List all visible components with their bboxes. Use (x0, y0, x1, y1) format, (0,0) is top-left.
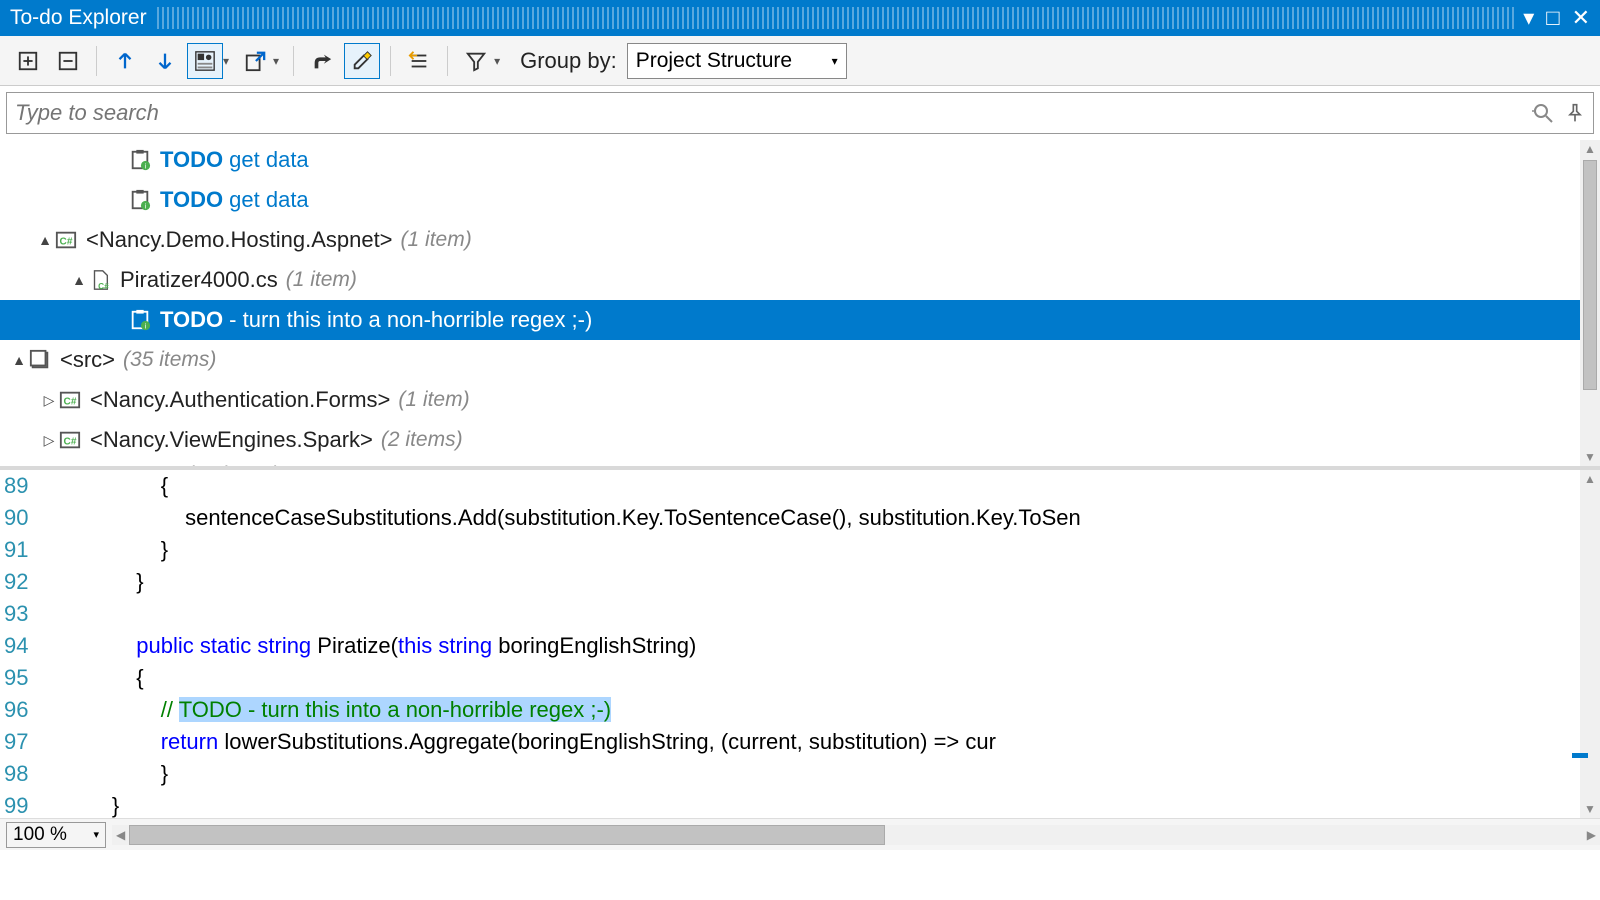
filter-button[interactable] (458, 43, 494, 79)
code-line[interactable]: } (38, 758, 1580, 790)
filter-dropdown-icon[interactable]: ▾ (494, 54, 500, 68)
title-bar-grip[interactable] (157, 7, 1516, 29)
code-line[interactable]: } (38, 534, 1580, 566)
collapse-icon[interactable]: ▲ (70, 272, 88, 288)
svg-text:C#: C# (64, 437, 77, 448)
code-line[interactable]: } (38, 566, 1580, 598)
preview-dropdown-icon[interactable]: ▾ (223, 54, 229, 68)
code-line[interactable]: { (38, 662, 1580, 694)
close-icon[interactable]: ✕ (1572, 5, 1590, 31)
project-node[interactable]: ▲ C# <Nancy.Demo.Hosting.Aspnet> (1 item… (0, 220, 1600, 260)
tree-scrollbar[interactable]: ▲ ▼ (1580, 140, 1600, 466)
csharp-project-icon: C# (58, 463, 82, 470)
csharp-project-icon: C# (54, 228, 78, 252)
scroll-left-icon[interactable]: ◀ (112, 828, 129, 842)
code-line[interactable] (38, 598, 1580, 630)
todo-icon: i (128, 308, 152, 332)
title-bar: To-do Explorer ▾ □ ✕ (0, 0, 1600, 36)
show-preview-button[interactable] (187, 43, 223, 79)
window-title: To-do Explorer (10, 6, 147, 30)
group-by-value: Project Structure (636, 49, 792, 73)
csharp-project-icon: C# (58, 428, 82, 452)
maximize-icon[interactable]: □ (1546, 5, 1559, 31)
group-by-select[interactable]: Project Structure ▾ (627, 43, 847, 79)
next-item-button[interactable] (147, 43, 183, 79)
prev-item-button[interactable] (107, 43, 143, 79)
chevron-down-icon: ▾ (93, 828, 99, 841)
project-node[interactable]: ▷ C# <Nancy.ViewEngines.Spark> (2 items) (0, 420, 1600, 460)
collapse-icon[interactable]: ▲ (10, 352, 28, 368)
status-bar: 100 % ▾ ◀ ▶ (0, 818, 1600, 850)
folder-node[interactable]: ▲ <src> (35 items) (0, 340, 1600, 380)
line-number-gutter: 899091 929394 959697 9899 (0, 470, 38, 818)
scroll-up-icon[interactable]: ▲ (1582, 470, 1598, 488)
code-line[interactable]: public static string Piratize(this strin… (38, 630, 1580, 662)
folder-icon (28, 348, 52, 372)
code-line[interactable]: { (38, 470, 1580, 502)
search-box[interactable] (6, 92, 1594, 134)
export-button[interactable] (237, 43, 273, 79)
scroll-up-icon[interactable]: ▲ (1582, 140, 1598, 158)
export-dropdown-icon[interactable]: ▾ (273, 54, 279, 68)
todo-icon: i (128, 148, 152, 172)
code-scrollbar-vertical[interactable]: ▲ ▼ (1580, 470, 1600, 818)
file-node[interactable]: ▲ C# Piratizer4000.cs (1 item) (0, 260, 1600, 300)
code-line[interactable]: return lowerSubstitutions.Aggregate(bori… (38, 726, 1580, 758)
todo-tree: i TODO get data i TODO get data ▲ C# <Na… (0, 140, 1600, 470)
scroll-down-icon[interactable]: ▼ (1582, 800, 1598, 818)
pin-icon[interactable] (1565, 103, 1585, 123)
project-node[interactable]: ▷ C# <Nancy> (32 items) (0, 460, 1600, 470)
code-line[interactable]: sentenceCaseSubstitutions.Add(substituti… (38, 502, 1580, 534)
todo-item-selected[interactable]: i TODO - turn this into a non-horrible r… (0, 300, 1600, 340)
code-preview: 899091 929394 959697 9899 { sentenceCase… (0, 470, 1600, 818)
scroll-down-icon[interactable]: ▼ (1582, 448, 1598, 466)
group-by-label: Group by: (520, 48, 617, 74)
collapse-all-button[interactable] (50, 43, 86, 79)
code-scrollbar-horizontal[interactable]: ◀ ▶ (112, 825, 1600, 845)
toolbar: ▾ ▾ ▾ Group by: Project Structure ▾ (0, 36, 1600, 86)
todo-icon: i (128, 188, 152, 212)
zoom-select[interactable]: 100 % ▾ (6, 822, 106, 848)
code-line[interactable]: } (38, 790, 1580, 818)
search-icon[interactable] (1531, 101, 1555, 125)
expand-icon[interactable]: ▷ (40, 392, 58, 409)
collapse-icon[interactable]: ▲ (36, 232, 54, 248)
highlight-button[interactable] (344, 43, 380, 79)
svg-text:C#: C# (98, 282, 109, 291)
configure-button[interactable] (401, 43, 437, 79)
code-line[interactable]: // TODO - turn this into a non-horrible … (38, 694, 1580, 726)
svg-text:C#: C# (60, 237, 73, 248)
csharp-project-icon: C# (58, 388, 82, 412)
todo-item[interactable]: i TODO get data (0, 180, 1600, 220)
project-node[interactable]: ▷ C# <Nancy.Authentication.Forms> (1 ite… (0, 380, 1600, 420)
scrollbar-thumb[interactable] (1583, 160, 1597, 390)
csharp-file-icon: C# (88, 268, 112, 292)
todo-item[interactable]: i TODO get data (0, 140, 1600, 180)
options-button[interactable] (304, 43, 340, 79)
search-input[interactable] (15, 100, 1531, 126)
chevron-down-icon: ▾ (832, 54, 838, 68)
window-menu-icon[interactable]: ▾ (1523, 5, 1534, 31)
scrollbar-thumb[interactable] (129, 825, 885, 845)
scroll-right-icon[interactable]: ▶ (1583, 828, 1600, 842)
expand-icon[interactable]: ▷ (40, 432, 58, 449)
svg-text:C#: C# (64, 397, 77, 408)
code-content[interactable]: { sentenceCaseSubstitutions.Add(substitu… (38, 470, 1580, 818)
code-marker[interactable] (1572, 753, 1588, 758)
expand-all-button[interactable] (10, 43, 46, 79)
